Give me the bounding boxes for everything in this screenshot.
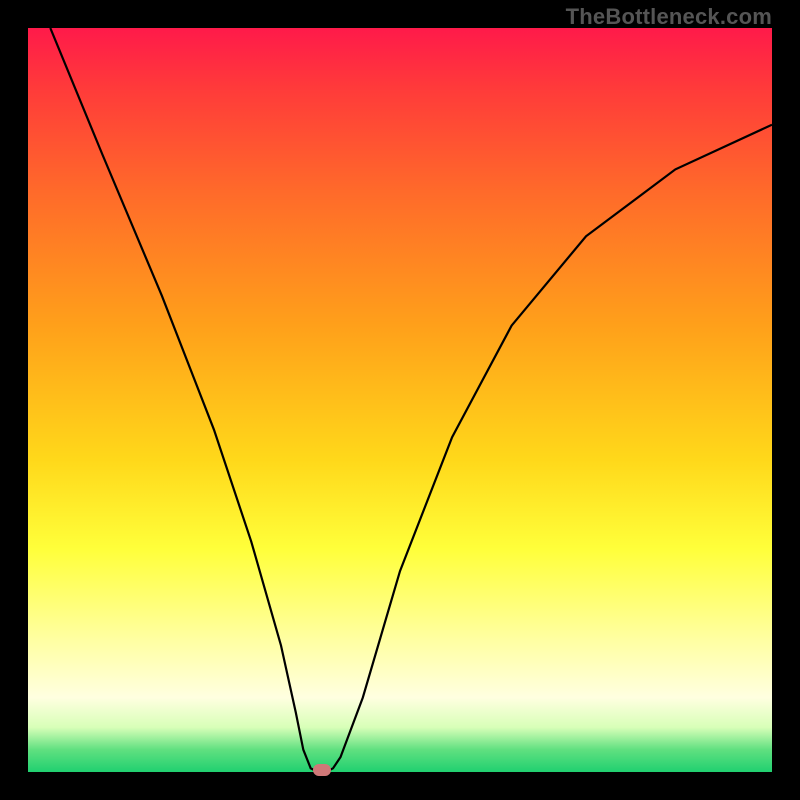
optimal-point-marker — [313, 764, 331, 776]
chart-plot-area — [28, 28, 772, 772]
bottleneck-curve — [28, 28, 772, 772]
attribution-text: TheBottleneck.com — [566, 4, 772, 30]
